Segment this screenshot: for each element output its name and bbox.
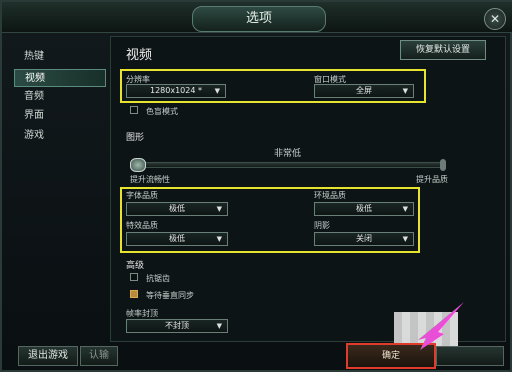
framerate-label: 帧率封顶: [126, 309, 158, 318]
graphics-slider-thumb[interactable]: [130, 158, 146, 172]
close-button[interactable]: ✕: [484, 8, 506, 30]
effects-quality-label: 特效品质: [126, 221, 158, 230]
character-quality-dropdown[interactable]: 极低 ▼: [126, 202, 228, 216]
sidebar: 热键 视频 音频 界面 游戏: [8, 36, 108, 336]
options-window: 选项 ✕ 热键 视频 音频 界面 游戏 视频 恢复默认设置 分辨率 1280x1…: [0, 0, 512, 372]
chevron-down-icon: ▼: [214, 87, 220, 95]
graphics-heading: 图形: [126, 133, 145, 143]
window-mode-value: 全屏: [356, 86, 372, 95]
resolution-value: 1280x1024 *: [150, 86, 202, 95]
title-bar: 选项 ✕: [2, 2, 512, 33]
effects-quality-dropdown[interactable]: 极低 ▼: [126, 232, 228, 246]
slider-end-cap: [440, 159, 446, 171]
chevron-down-icon: ▼: [402, 235, 408, 243]
reset-defaults-button[interactable]: 恢复默认设置: [400, 40, 486, 60]
colorblind-checkbox[interactable]: [130, 106, 138, 114]
window-mode-dropdown[interactable]: 全屏 ▼: [314, 84, 414, 98]
close-icon: ✕: [489, 12, 501, 26]
section-title: 视频: [126, 48, 153, 63]
character-quality-value: 极低: [169, 204, 185, 213]
surrender-button[interactable]: 认输: [80, 346, 118, 366]
vsync-checkbox[interactable]: [130, 290, 138, 298]
chevron-down-icon: ▼: [402, 87, 408, 95]
advanced-heading: 高级: [126, 261, 145, 271]
sidebar-item-audio[interactable]: 音频: [14, 88, 106, 106]
window-title: 选项: [192, 6, 326, 32]
environment-quality-value: 极低: [356, 204, 372, 213]
vsync-label: 等待垂直同步: [146, 291, 194, 300]
slider-right-label: 提升品质: [416, 175, 448, 184]
environment-quality-label: 环境品质: [314, 191, 346, 200]
sidebar-item-interface[interactable]: 界面: [14, 107, 106, 125]
graphics-level-label: 非常低: [274, 149, 302, 159]
chevron-down-icon: ▼: [402, 205, 408, 213]
chevron-down-icon: ▼: [216, 235, 222, 243]
framerate-value: 不封顶: [165, 321, 189, 330]
framerate-dropdown[interactable]: 不封顶 ▼: [126, 319, 228, 333]
chevron-down-icon: ▼: [216, 322, 222, 330]
shadows-label: 阴影: [314, 221, 330, 230]
shadows-value: 关闭: [356, 234, 372, 243]
character-quality-label: 字体品质: [126, 191, 158, 200]
slider-left-label: 提升流畅性: [130, 175, 170, 184]
exit-game-button[interactable]: 退出游戏: [18, 346, 78, 366]
shadows-dropdown[interactable]: 关闭 ▼: [314, 232, 414, 246]
pointer-arrow-icon: [418, 302, 464, 350]
environment-quality-dropdown[interactable]: 极低 ▼: [314, 202, 414, 216]
sidebar-item-hotkeys[interactable]: 热键: [14, 48, 106, 66]
sidebar-item-video[interactable]: 视频: [14, 69, 106, 87]
antialias-label: 抗锯齿: [146, 274, 170, 283]
effects-quality-value: 极低: [169, 234, 185, 243]
resolution-dropdown[interactable]: 1280x1024 * ▼: [126, 84, 226, 98]
graphics-slider[interactable]: [130, 162, 446, 168]
colorblind-label: 色盲模式: [146, 107, 178, 116]
antialias-checkbox[interactable]: [130, 273, 138, 281]
sidebar-item-game[interactable]: 游戏: [14, 127, 106, 145]
chevron-down-icon: ▼: [216, 205, 222, 213]
